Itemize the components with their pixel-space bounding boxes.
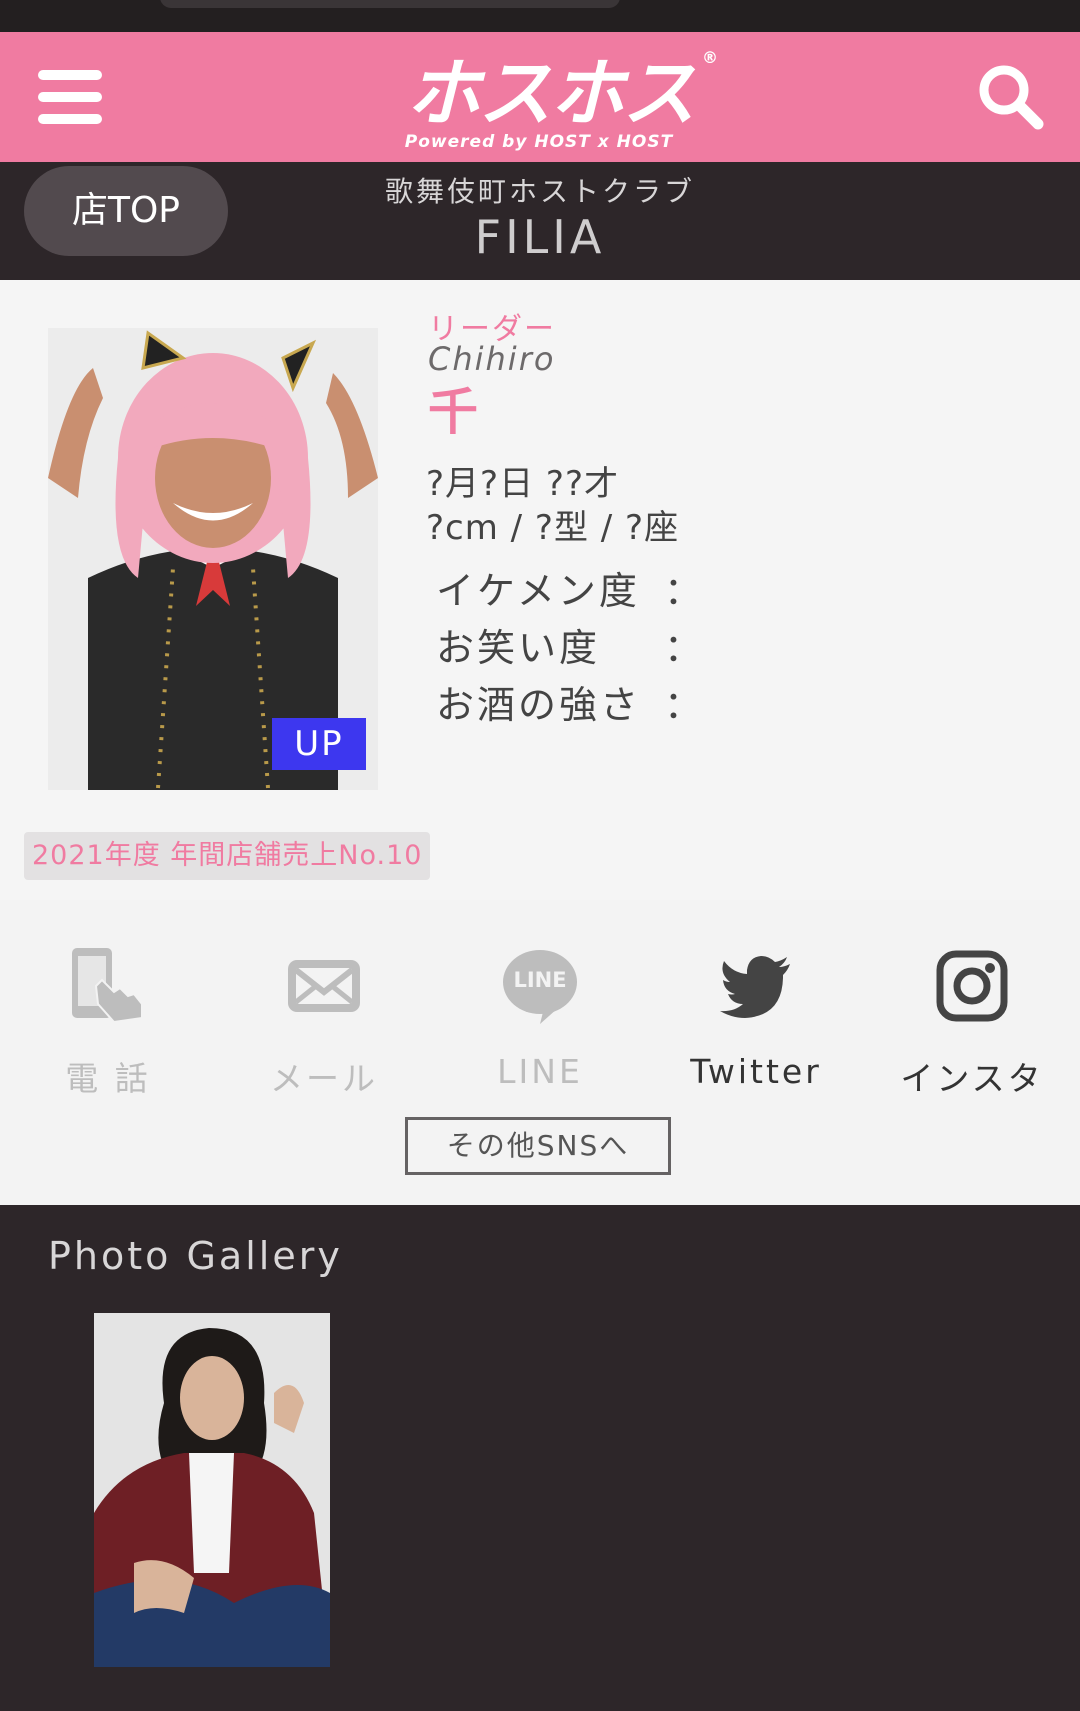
line-icon: LINE bbox=[500, 946, 580, 1026]
stat-separator: ： bbox=[664, 569, 706, 613]
address-bar-pill bbox=[160, 0, 620, 8]
stat-looks: イケメン度 ： bbox=[436, 560, 702, 613]
search-icon[interactable] bbox=[976, 62, 1046, 132]
contact-instagram[interactable]: インスタ bbox=[864, 900, 1080, 1115]
hamburger-menu-icon[interactable] bbox=[38, 70, 102, 124]
stat-separator: ： bbox=[664, 626, 706, 670]
award-badge: 2021年度 年間店舗売上No.10 bbox=[24, 832, 431, 880]
cast-height-blood-sign: ?cm / ?型 / ?座 bbox=[426, 508, 680, 548]
status-bar bbox=[0, 0, 1080, 32]
cast-name: 千 bbox=[428, 383, 478, 441]
stat-humor: お笑い度 ： bbox=[436, 617, 702, 670]
cast-birthday-age: ?月?日 ??才 bbox=[426, 464, 619, 504]
contact-label: メール bbox=[270, 1059, 378, 1098]
contact-label: 電 話 bbox=[65, 1059, 151, 1098]
logo-tagline: Powered by HOST x HOST bbox=[404, 132, 674, 152]
shop-name[interactable]: FILIA bbox=[340, 210, 740, 264]
shop-category: 歌舞伎町ホストクラブ bbox=[384, 175, 695, 208]
line-icon-text: LINE bbox=[513, 968, 567, 992]
top-navbar: ホスホス Powered by HOST x HOST ® bbox=[0, 32, 1080, 162]
contact-phone[interactable]: 電 話 bbox=[0, 900, 216, 1115]
contact-twitter[interactable]: Twitter bbox=[648, 900, 864, 1115]
stat-label: お笑い度 bbox=[436, 626, 601, 670]
contact-mail[interactable]: メール bbox=[216, 900, 432, 1115]
site-logo[interactable]: ホスホス Powered by HOST x HOST ® bbox=[370, 46, 730, 156]
mail-icon bbox=[284, 946, 364, 1026]
stat-drinking: お酒の強さ ： bbox=[436, 674, 702, 727]
up-badge: UP bbox=[272, 718, 366, 770]
contact-label: Twitter bbox=[690, 1052, 822, 1091]
contact-links: 電 話 メール LINE LINE Twitter インスタ bbox=[0, 900, 1080, 1115]
registered-mark: ® bbox=[702, 48, 718, 67]
phone-touch-icon bbox=[68, 946, 148, 1026]
stat-separator: ： bbox=[664, 683, 706, 727]
other-sns-button[interactable]: その他SNSへ bbox=[405, 1117, 671, 1175]
shop-top-button[interactable]: 店TOP bbox=[24, 166, 228, 256]
gallery-title: Photo Gallery bbox=[48, 1234, 343, 1278]
instagram-icon bbox=[932, 946, 1012, 1026]
twitter-icon bbox=[716, 946, 796, 1026]
stat-label: お酒の強さ bbox=[436, 683, 642, 727]
logo-text: ホスホス bbox=[406, 51, 696, 137]
contact-line[interactable]: LINE LINE bbox=[432, 900, 648, 1115]
shop-header: 店TOP 歌舞伎町ホストクラブ FILIA bbox=[0, 162, 1080, 280]
contact-label: インスタ bbox=[900, 1059, 1044, 1098]
contact-label: LINE bbox=[497, 1052, 583, 1091]
stat-label: イケメン度 bbox=[436, 569, 640, 613]
gallery-thumbnail[interactable] bbox=[94, 1313, 330, 1667]
